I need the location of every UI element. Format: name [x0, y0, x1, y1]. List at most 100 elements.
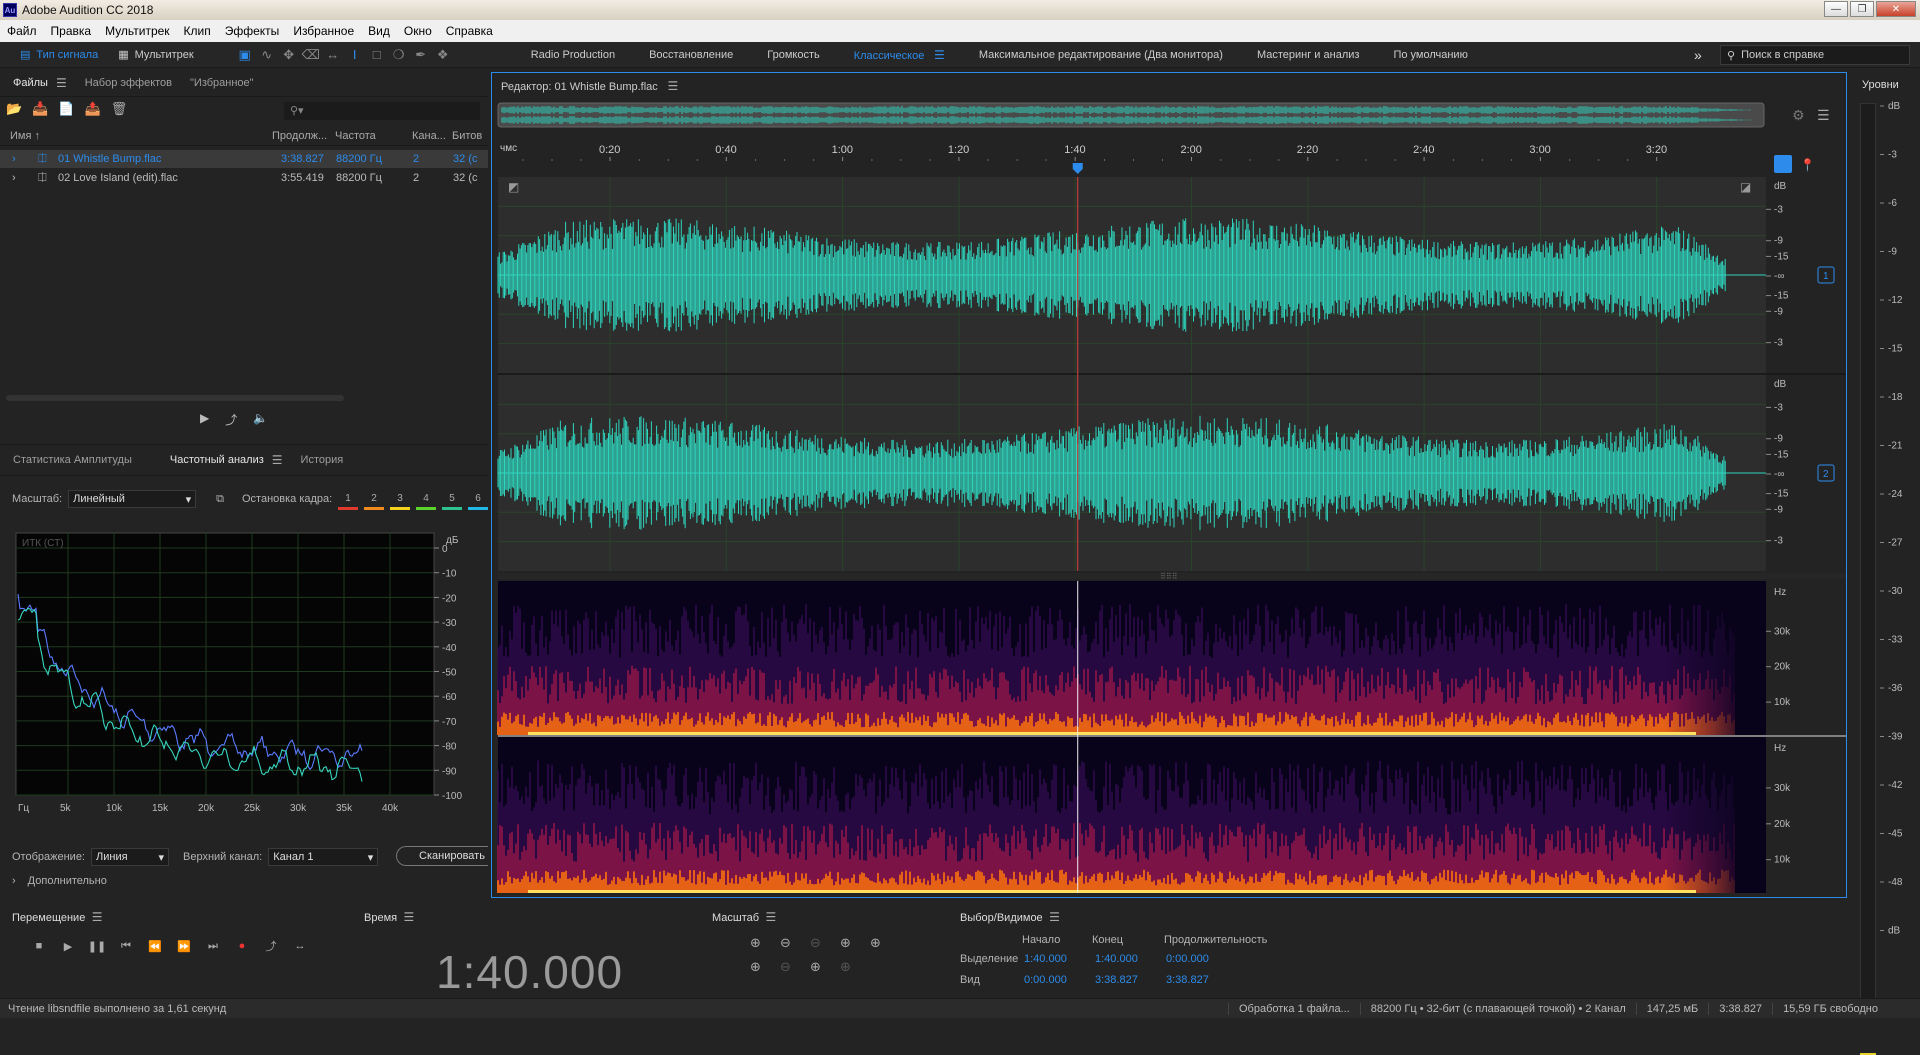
freeze-frame-6-button[interactable]: 6 — [466, 490, 490, 506]
col-name[interactable]: Имя ↑ — [10, 130, 40, 142]
menu-view[interactable]: Вид — [361, 24, 397, 38]
play-preview-icon[interactable]: ▶ — [200, 411, 209, 428]
x-tick-label: 10k — [106, 803, 123, 814]
spot-healing-tool-icon[interactable]: ❖ — [432, 44, 454, 66]
db-tick-label: -100 — [442, 791, 462, 802]
lasso-tool-icon[interactable]: ❍ — [388, 44, 410, 66]
more-options-toggle[interactable]: › Дополнительно — [12, 875, 107, 887]
db-tick-label: -80 — [442, 742, 457, 753]
files-scrollbar[interactable] — [6, 395, 344, 401]
maximize-button[interactable]: ❐ — [1850, 1, 1874, 17]
db-tick-label: -∞ — [1774, 271, 1784, 282]
auto-play-icon[interactable]: 🔈 — [253, 411, 268, 428]
window-title: Adobe Audition CC 2018 — [22, 3, 153, 17]
expand-chevron-icon: › — [12, 172, 16, 184]
col-rate[interactable]: Частота — [335, 130, 376, 142]
marker-pin-icon: 📍 — [1800, 158, 1815, 172]
frame-color-1 — [338, 507, 358, 510]
menu-multitrack[interactable]: Мультитрек — [98, 24, 176, 38]
freeze-frame-buttons: 1 2 3 4 5 6 — [336, 490, 490, 506]
tab-favorites[interactable]: "Избранное" — [181, 77, 263, 89]
col-channels[interactable]: Кана... — [412, 130, 448, 142]
multitrack-mode-button[interactable]: ▦ Мультитрек — [108, 44, 204, 66]
waveform-mode-button[interactable]: ▤ Тип сигнала — [10, 44, 108, 66]
spectral-pitch-icon[interactable]: ∿ — [256, 44, 278, 66]
workspace-max-editing[interactable]: Максимальное редактирование (Два монитор… — [962, 49, 1240, 61]
frame-color-5 — [442, 507, 462, 510]
float-window-icon[interactable]: ⧉ — [216, 493, 224, 506]
freeze-frame-3-button[interactable]: 3 — [388, 490, 412, 506]
top-channel-select[interactable]: Канал 1▾ — [268, 848, 378, 866]
slip-tool-icon[interactable]: ↔ — [322, 44, 344, 66]
zoom-overview-icon: ⚙ — [1792, 107, 1805, 123]
marquee-tool-icon[interactable]: □ — [366, 44, 388, 66]
menu-effects[interactable]: Эффекты — [218, 24, 287, 38]
menu-edit[interactable]: Правка — [44, 24, 99, 38]
menu-favorites[interactable]: Избранное — [286, 24, 361, 38]
tab-frequency-analysis[interactable]: Частотный анализ☰ — [161, 453, 292, 467]
db-tick-label: -3 — [1774, 402, 1783, 413]
time-tick-label: 3:00 — [1529, 144, 1550, 156]
close-button[interactable]: ✕ — [1876, 1, 1916, 17]
db-unit-label: dB — [1774, 181, 1787, 192]
spectral-frequency-icon[interactable]: ▣ — [234, 44, 256, 66]
main-toolbar: ▤ Тип сигнала ▦ Мультитрек ▣ ∿ ✥ ⌫ ↔ I □… — [0, 42, 1920, 68]
scale-label: Масштаб: — [12, 493, 62, 505]
menu-file[interactable]: Файл — [0, 24, 44, 38]
file-row[interactable]: › ⎅ 02 Love Island (edit).flac 3:55.419 … — [0, 169, 488, 187]
plot-label: ИТК (СТ) — [22, 538, 64, 549]
chevron-down-icon: ▾ — [158, 851, 164, 864]
tab-amplitude-statistics[interactable]: Статистика Амплитуды — [4, 454, 141, 466]
display-select[interactable]: Линия▾ — [91, 848, 169, 866]
delete-icon[interactable]: 🗑 — [111, 101, 128, 117]
freeze-frame-1-button[interactable]: 1 — [336, 490, 360, 506]
freeze-frame-4-button[interactable]: 4 — [414, 490, 438, 506]
chevron-right-icon: › — [12, 875, 16, 887]
file-row[interactable]: › ⎅ 01 Whistle Bump.flac 3:38.827 88200 … — [0, 150, 488, 168]
brush-tool-icon[interactable]: ✒ — [410, 44, 432, 66]
time-selection-tool-icon[interactable]: I — [344, 44, 366, 66]
workspace-mastering[interactable]: Мастеринг и анализ — [1240, 49, 1376, 61]
open-file-icon[interactable]: 📂 — [6, 101, 22, 117]
tab-effects-rack[interactable]: Набор эффектов — [76, 77, 181, 89]
file-search-input[interactable]: ⚲▾ — [284, 102, 480, 120]
db-tick-label: -15 — [1774, 251, 1789, 262]
scale-select[interactable]: Линейный▾ — [68, 490, 196, 508]
workspace-restoration[interactable]: Восстановление — [632, 49, 750, 61]
freeze-frame-2-button[interactable]: 2 — [362, 490, 386, 506]
col-duration[interactable]: Продолж... — [272, 130, 332, 142]
menu-window[interactable]: Окно — [397, 24, 439, 38]
channel-number: 2 — [1823, 469, 1829, 480]
move-tool-icon[interactable]: ✥ — [278, 44, 300, 66]
workspace-radio-production[interactable]: Radio Production — [514, 49, 632, 61]
workspace-classic[interactable]: Классическое ☰ — [837, 48, 962, 62]
import-icon[interactable]: 📥 — [32, 101, 48, 117]
help-search-input[interactable]: ⚲ Поиск в справке — [1720, 45, 1910, 65]
loop-preview-icon[interactable]: ⤴ — [225, 411, 237, 428]
channel-number: 1 — [1823, 271, 1829, 282]
db-tick-label: -3 — [1774, 536, 1783, 547]
overview-menu-icon: ☰ — [1817, 107, 1830, 123]
tab-files[interactable]: Файлы☰ — [4, 76, 76, 90]
workspace-default[interactable]: По умолчанию — [1376, 49, 1484, 61]
menu-clip[interactable]: Клип — [177, 24, 218, 38]
freeze-frame-label: Остановка кадра: — [242, 493, 332, 505]
new-file-icon[interactable]: 📄 — [58, 101, 74, 117]
spectrogram — [498, 604, 1734, 735]
razor-tool-icon[interactable]: ⌫ — [300, 44, 322, 66]
insert-icon[interactable]: 📤 — [85, 101, 101, 117]
scan-button[interactable]: Сканировать — [396, 846, 488, 866]
editor-canvas[interactable]: ⚙☰чмс0:200:401:001:201:402:002:202:403:0… — [492, 73, 1846, 897]
col-bits[interactable]: Битов — [452, 130, 488, 142]
workspace-overflow-button[interactable]: » — [1694, 47, 1702, 63]
tab-history[interactable]: История — [292, 454, 353, 466]
db-tick-label: -3 — [1774, 204, 1783, 215]
db-tick-label: -9 — [1774, 504, 1783, 515]
freeze-frame-5-button[interactable]: 5 — [440, 490, 464, 506]
workspace-loudness[interactable]: Громкость — [750, 49, 836, 61]
audio-file-icon: ⎅ — [38, 153, 47, 166]
display-label: Отображение: — [12, 851, 85, 863]
waveform-editor-panel: Редактор: 01 Whistle Bump.flac ☰ ⚙☰чмс0:… — [491, 72, 1847, 898]
menu-help[interactable]: Справка — [439, 24, 500, 38]
minimize-button[interactable]: — — [1824, 1, 1848, 17]
